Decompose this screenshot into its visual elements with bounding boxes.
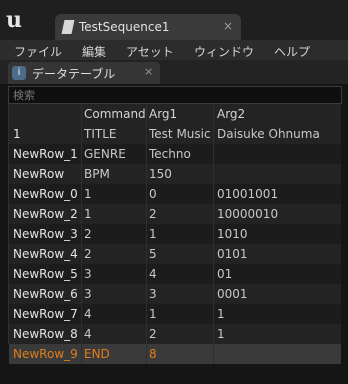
close-icon[interactable]: × [144,65,153,78]
arg2-cell [217,344,341,364]
close-icon[interactable]: × [223,19,233,33]
table-row[interactable]: NewRow_6 3 3 0001 [9,284,341,304]
command-cell: BPM [84,167,110,181]
title-bar: u TestSequence1 × [0,0,348,40]
menu-bar: ファイル 編集 アセット ウィンドウ ヘルプ [0,40,348,60]
arg2-cell: 0101 [217,247,248,261]
panel-tab-label: データテーブル [32,67,116,81]
arg2-cell: 0001 [217,287,248,301]
command-cell: 1 [84,207,92,221]
arg2-cell: 1010 [217,227,248,241]
menu-help[interactable]: ヘルプ [274,43,310,60]
table-row[interactable]: NewRow_3 2 1 1010 [9,224,341,244]
panel-tab-bar: i データテーブル × [0,60,348,84]
arg2-cell: 01 [217,267,233,281]
arg2-cell: 01001001 [217,187,279,201]
command-cell: 4 [84,327,92,341]
document-tab-label: TestSequence1 [79,20,170,34]
arg1-cell: 8 [149,347,157,361]
arg2-cell: Daisuke Ohnuma [217,127,320,141]
row-name-cell: NewRow_4 [13,247,78,261]
row-name-cell: NewRow_8 [13,327,78,341]
arg1-cell: 5 [149,247,157,261]
command-cell: 2 [84,247,92,261]
arg1-cell: Test Music [149,127,211,141]
arg1-cell: 3 [149,287,157,301]
arg2-cell [217,144,341,164]
arg1-cell: Techno [149,147,191,161]
arg2-cell: 1 [217,327,225,341]
table-row[interactable]: NewRow_0 1 0 01001001 [9,184,341,204]
arg1-cell: 1 [149,307,157,321]
arg2-cell: 1 [217,307,225,321]
arg1-cell: 1 [149,227,157,241]
menu-file[interactable]: ファイル [14,43,62,60]
row-name-cell: NewRow_3 [13,227,78,241]
arg1-cell: 2 [149,207,157,221]
row-name-cell: NewRow_2 [13,207,78,221]
arg2-cell [217,164,341,184]
column-header-arg1[interactable]: Arg1 [149,104,213,124]
command-cell: 3 [84,267,92,281]
row-name-cell: NewRow [13,167,65,181]
arg1-cell: 2 [149,327,157,341]
arg2-cell: 10000010 [217,207,279,221]
row-name-cell: 1 [13,127,21,141]
column-header-arg2[interactable]: Arg2 [217,104,341,124]
asset-icon [61,20,75,34]
table-row[interactable]: NewRow BPM 150 [9,164,341,184]
document-tab[interactable]: TestSequence1 × [55,14,241,40]
table-row[interactable]: NewRow_7 4 1 1 [9,304,341,324]
column-header-rowname[interactable] [13,104,81,124]
menu-asset[interactable]: アセット [126,43,174,60]
table-row[interactable]: NewRow_8 4 2 1 [9,324,341,344]
menu-edit[interactable]: 編集 [82,43,106,60]
command-cell: 4 [84,307,92,321]
column-header-command[interactable]: Command [84,104,146,124]
command-cell: 1 [84,187,92,201]
table-header-row: Command Arg1 Arg2 [9,104,341,124]
table-row[interactable]: NewRow_5 3 4 01 [9,264,341,284]
row-name-cell: NewRow_0 [13,187,78,201]
command-cell: TITLE [84,127,117,141]
row-name-cell: NewRow_5 [13,267,78,281]
table-row[interactable]: NewRow_4 2 5 0101 [9,244,341,264]
data-table-icon: i [12,66,26,80]
command-cell: END [84,347,110,361]
arg1-cell: 4 [149,267,157,281]
row-name-cell: NewRow_7 [13,307,78,321]
command-cell: 2 [84,227,92,241]
row-name-cell: NewRow_9 [13,347,78,361]
table-row[interactable]: NewRow_1 GENRE Techno [9,144,341,164]
table-row[interactable]: NewRow_9 END 8 [9,344,341,364]
table-row[interactable]: 1 TITLE Test Music Daisuke Ohnuma [9,124,341,144]
row-name-cell: NewRow_6 [13,287,78,301]
unreal-logo-icon: u [6,7,22,33]
table-row[interactable]: NewRow_2 1 2 10000010 [9,204,341,224]
search-input[interactable] [13,87,333,103]
arg1-cell: 150 [149,167,172,181]
command-cell: GENRE [84,147,126,161]
row-name-cell: NewRow_1 [13,147,78,161]
command-cell: 3 [84,287,92,301]
search-box [8,86,342,104]
arg1-cell: 0 [149,187,157,201]
data-table-grid: Command Arg1 Arg2 1 TITLE Test Music Daisuk… [8,104,341,364]
tab-data-table[interactable]: i データテーブル × [8,62,160,84]
menu-window[interactable]: ウィンドウ [194,43,254,60]
